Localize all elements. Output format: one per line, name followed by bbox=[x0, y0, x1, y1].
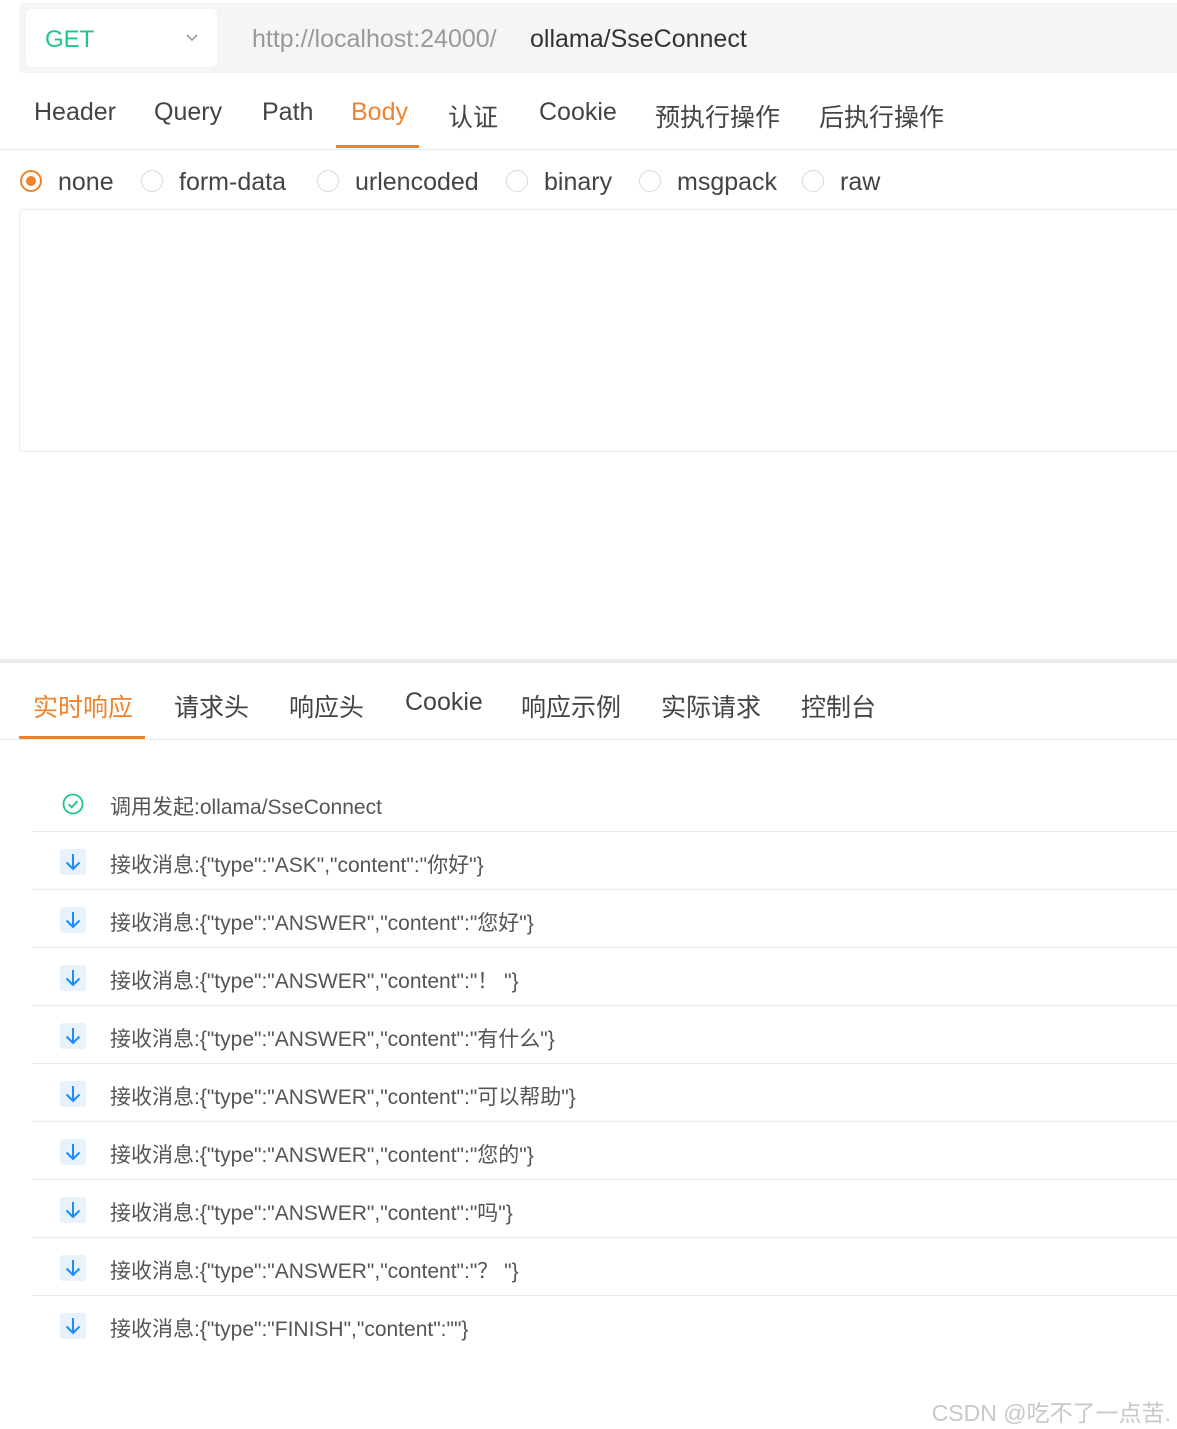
tab-request-headers[interactable]: 请求头 bbox=[174, 688, 249, 724]
arrow-down-icon bbox=[60, 907, 86, 933]
arrow-down-icon bbox=[60, 1255, 86, 1281]
tab-response-headers[interactable]: 响应头 bbox=[289, 688, 364, 724]
list-item: 调用发起:ollama/SseConnect bbox=[32, 774, 1177, 832]
url-path-input[interactable]: ollama/SseConnect bbox=[530, 25, 747, 54]
method-select[interactable]: GET bbox=[26, 9, 217, 67]
arrow-down-icon bbox=[60, 1139, 86, 1165]
event-text: 接收消息:{"type":"ANSWER","content":"吗"} bbox=[110, 1202, 513, 1225]
radio-button[interactable] bbox=[802, 170, 824, 192]
tab-body[interactable]: Body bbox=[351, 98, 408, 127]
event-text: 接收消息:{"type":"ASK","content":"你好"} bbox=[110, 854, 484, 877]
tab-response-cookie[interactable]: Cookie bbox=[405, 688, 483, 717]
tab-pre-request[interactable]: 预执行操作 bbox=[655, 98, 780, 134]
radio-label: urlencoded bbox=[355, 168, 479, 196]
list-item: 接收消息:{"type":"ANSWER","content":"吗"} bbox=[32, 1180, 1177, 1238]
tab-live-response[interactable]: 实时响应 bbox=[33, 688, 133, 724]
radio-button[interactable] bbox=[317, 170, 339, 192]
response-tabs: 实时响应 请求头 响应头 Cookie 响应示例 实际请求 控制台 bbox=[0, 663, 1177, 740]
tab-query[interactable]: Query bbox=[154, 98, 222, 127]
event-text: 接收消息:{"type":"ANSWER","content":"您的"} bbox=[110, 1144, 534, 1167]
tab-post-request[interactable]: 后执行操作 bbox=[819, 98, 944, 134]
request-tabs: Header Query Path Body 认证 Cookie 预执行操作 后… bbox=[0, 74, 1177, 150]
check-circle-icon bbox=[62, 793, 84, 815]
arrow-down-icon bbox=[60, 1023, 86, 1049]
radio-button-checked[interactable] bbox=[20, 170, 42, 192]
tab-actual-request[interactable]: 实际请求 bbox=[661, 688, 761, 724]
body-editor[interactable] bbox=[19, 209, 1177, 452]
radio-label: raw bbox=[840, 168, 881, 196]
event-text: 接收消息:{"type":"ANSWER","content":"有什么"} bbox=[110, 1028, 555, 1051]
tab-console[interactable]: 控制台 bbox=[801, 688, 876, 724]
radio-button[interactable] bbox=[639, 170, 661, 192]
arrow-down-icon bbox=[60, 1197, 86, 1223]
event-text: 接收消息:{"type":"ANSWER","content":"？ "} bbox=[110, 1260, 519, 1283]
tab-cookie[interactable]: Cookie bbox=[539, 98, 617, 127]
chevron-down-icon bbox=[186, 34, 198, 42]
arrow-down-icon bbox=[60, 1081, 86, 1107]
event-text: 接收消息:{"type":"ANSWER","content":"可以帮助"} bbox=[110, 1086, 576, 1109]
event-text: 调用发起:ollama/SseConnect bbox=[110, 796, 382, 819]
radio-label: msgpack bbox=[677, 168, 778, 196]
tab-response-example[interactable]: 响应示例 bbox=[521, 688, 621, 724]
list-item: 接收消息:{"type":"FINISH","content":""} bbox=[32, 1296, 1177, 1354]
active-tab-indicator bbox=[19, 736, 145, 739]
list-item: 接收消息:{"type":"ANSWER","content":"！ "} bbox=[32, 948, 1177, 1006]
sse-event-list: 调用发起:ollama/SseConnect 接收消息:{"type":"ASK… bbox=[32, 774, 1177, 1354]
list-item: 接收消息:{"type":"ANSWER","content":"有什么"} bbox=[32, 1006, 1177, 1064]
watermark-text: CSDN @吃不了一点苦. bbox=[931, 1400, 1171, 1426]
arrow-down-icon bbox=[60, 1313, 86, 1339]
radio-label: binary bbox=[544, 168, 613, 196]
event-text: 接收消息:{"type":"FINISH","content":""} bbox=[110, 1318, 469, 1341]
list-item: 接收消息:{"type":"ASK","content":"你好"} bbox=[32, 832, 1177, 890]
list-item: 接收消息:{"type":"ANSWER","content":"？ "} bbox=[32, 1238, 1177, 1296]
radio-label: none bbox=[58, 168, 114, 196]
body-type-radio-group: none form-data urlencoded binary msgpack… bbox=[0, 165, 1177, 205]
list-item: 接收消息:{"type":"ANSWER","content":"可以帮助"} bbox=[32, 1064, 1177, 1122]
method-label: GET bbox=[45, 26, 95, 53]
event-text: 接收消息:{"type":"ANSWER","content":"！ "} bbox=[110, 970, 519, 993]
list-item: 接收消息:{"type":"ANSWER","content":"您好"} bbox=[32, 890, 1177, 948]
event-text: 接收消息:{"type":"ANSWER","content":"您好"} bbox=[110, 912, 534, 935]
url-base-prefix: http://localhost:24000/ bbox=[252, 25, 497, 53]
radio-button[interactable] bbox=[141, 170, 163, 192]
arrow-down-icon bbox=[60, 849, 86, 875]
tab-path[interactable]: Path bbox=[262, 98, 313, 127]
url-bar: GET http://localhost:24000/ ollama/SseCo… bbox=[19, 3, 1177, 73]
tab-header[interactable]: Header bbox=[34, 98, 116, 127]
radio-label: form-data bbox=[179, 168, 286, 196]
list-item: 接收消息:{"type":"ANSWER","content":"您的"} bbox=[32, 1122, 1177, 1180]
arrow-down-icon bbox=[60, 965, 86, 991]
tab-auth[interactable]: 认证 bbox=[448, 98, 498, 134]
active-tab-indicator bbox=[336, 145, 419, 148]
radio-button[interactable] bbox=[506, 170, 528, 192]
